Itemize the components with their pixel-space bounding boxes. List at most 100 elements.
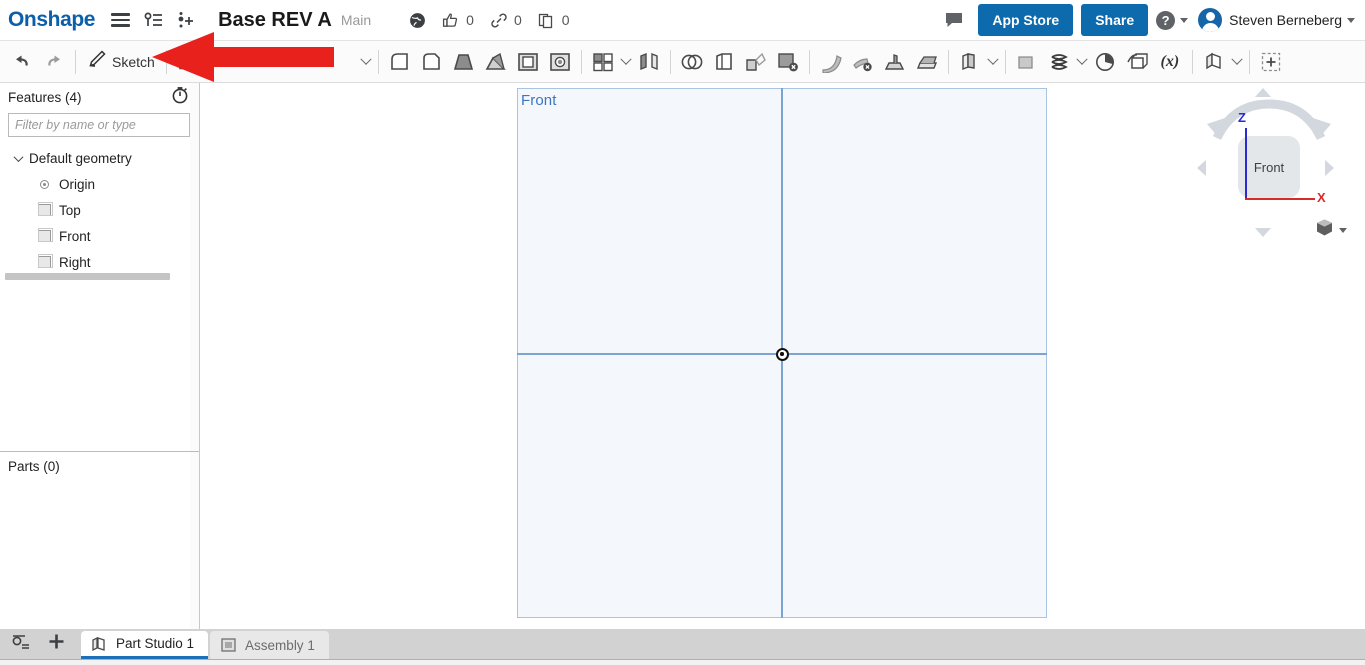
part-studio-icon	[91, 636, 109, 652]
likes-counter[interactable]: 0	[442, 12, 474, 29]
pattern-icon[interactable]	[587, 46, 619, 78]
sketch-plane-icon[interactable]	[172, 46, 204, 78]
undo-arrow-icon[interactable]	[6, 46, 38, 78]
boolean-icon[interactable]	[676, 46, 708, 78]
shell-icon[interactable]	[708, 46, 740, 78]
top-bar: Onshape Base REV A Main 0 0 0 App Store …	[0, 0, 1365, 41]
mirror-icon[interactable]	[633, 46, 665, 78]
thicken-icon[interactable]	[512, 46, 544, 78]
tree-item-label: Origin	[59, 176, 96, 192]
sweep-icon[interactable]	[448, 46, 480, 78]
origin-point-icon	[36, 176, 52, 192]
axis-x-label: X	[1317, 190, 1326, 205]
parts-header: Parts (0)	[0, 452, 199, 480]
help-icon: ?	[1156, 10, 1176, 30]
delete-face-icon[interactable]	[772, 46, 804, 78]
hole-icon[interactable]	[544, 46, 576, 78]
toolbar-divider	[1191, 49, 1193, 74]
tab-bar-controls	[0, 629, 81, 659]
tab-search-icon[interactable]	[12, 634, 30, 655]
add-custom-feature-icon[interactable]	[1255, 46, 1287, 78]
onshape-logo[interactable]: Onshape	[8, 8, 95, 32]
toolbar-divider	[377, 49, 379, 74]
features-title: Features (4)	[8, 89, 82, 105]
document-stats: 0 0 0	[391, 12, 570, 29]
user-name-label: Steven Berneberg	[1229, 12, 1342, 28]
tree-item-origin[interactable]: Origin	[0, 171, 199, 197]
tree-item-front[interactable]: Front	[0, 223, 199, 249]
links-counter[interactable]: 0	[490, 12, 522, 29]
tab-part-studio-1[interactable]: Part Studio 1	[81, 631, 209, 659]
transform-icon[interactable]	[1121, 46, 1153, 78]
fillet-icon[interactable]	[815, 46, 847, 78]
hamburger-menu-icon[interactable]	[111, 13, 131, 27]
toolbar-divider	[1248, 49, 1250, 74]
view-nav-up-icon[interactable]	[1255, 88, 1271, 97]
revolve-icon[interactable]	[416, 46, 448, 78]
chevron-down-icon[interactable]	[986, 46, 1000, 78]
plane-icon[interactable]	[1011, 46, 1043, 78]
help-menu[interactable]: ?	[1156, 10, 1189, 30]
chamfer-icon[interactable]	[847, 46, 879, 78]
sketch-button[interactable]: Sketch	[81, 49, 161, 74]
parts-title: Parts (0)	[8, 458, 60, 474]
workspace-name[interactable]: Main	[341, 12, 371, 28]
add-tab-icon[interactable]	[48, 633, 65, 655]
version-graph-icon[interactable]	[144, 11, 164, 29]
tab-label: Part Studio 1	[116, 636, 195, 651]
app-store-button[interactable]: App Store	[978, 4, 1074, 36]
view-nav-left-icon[interactable]	[1197, 160, 1206, 176]
sheet-metal-icon[interactable]	[954, 46, 986, 78]
tab-assembly-1[interactable]: Assembly 1	[210, 631, 329, 659]
branch-add-icon[interactable]	[176, 11, 196, 29]
origin-point-marker[interactable]	[776, 348, 789, 361]
tree-item-label: Right	[59, 254, 91, 270]
toolbar-divider	[947, 49, 949, 74]
view-cube-face-label: Front	[1253, 159, 1285, 175]
display-mode-menu[interactable]	[1315, 218, 1347, 242]
tree-group-default-geometry[interactable]: Default geometry	[0, 145, 199, 171]
search-input[interactable]	[8, 113, 190, 137]
redo-arrow-icon[interactable]	[38, 46, 70, 78]
graphics-viewport[interactable]: Front Front Z X	[200, 83, 1365, 629]
chevron-down-icon[interactable]	[359, 46, 373, 78]
tree-item-right[interactable]: Right	[0, 249, 199, 275]
chevron-down-icon	[1347, 17, 1355, 23]
vertical-scrollbar[interactable]	[190, 83, 199, 629]
sketch-pencil-icon	[87, 49, 107, 74]
copies-counter[interactable]: 0	[538, 12, 570, 29]
document-title[interactable]: Base REV A	[218, 9, 332, 32]
curve-icon[interactable]	[1089, 46, 1121, 78]
view-nav-right-icon[interactable]	[1325, 160, 1334, 176]
variable-icon[interactable]: (x)	[1153, 46, 1187, 78]
tree-item-top[interactable]: Top	[0, 197, 199, 223]
loft-icon[interactable]	[480, 46, 512, 78]
user-menu[interactable]: Steven Berneberg	[1198, 8, 1355, 32]
helix-icon[interactable]	[1043, 46, 1075, 78]
tree-item-label: Top	[59, 202, 81, 218]
derived-part-icon[interactable]	[1198, 46, 1230, 78]
copies-count: 0	[561, 12, 570, 28]
extrude-icon[interactable]	[384, 46, 416, 78]
view-nav-down-icon[interactable]	[1255, 228, 1271, 237]
chevron-down-icon[interactable]	[1230, 46, 1244, 78]
chevron-down-icon[interactable]	[619, 46, 633, 78]
share-button[interactable]: Share	[1081, 4, 1149, 36]
left-panel: Features (4) Default geometry Origin	[0, 83, 200, 629]
assembly-icon	[220, 637, 238, 653]
view-cube-face[interactable]: Front	[1238, 136, 1300, 198]
draft-icon[interactable]	[740, 46, 772, 78]
globe-icon[interactable]	[409, 12, 426, 29]
chevron-down-icon	[1180, 17, 1189, 23]
chevron-down-icon[interactable]	[12, 152, 24, 164]
split-icon[interactable]	[911, 46, 943, 78]
comment-bubble-icon[interactable]	[944, 11, 964, 29]
feature-tree: Default geometry Origin Top Front Right	[0, 145, 199, 275]
tree-item-label: Front	[59, 228, 91, 244]
horizontal-scrollbar[interactable]	[5, 273, 170, 280]
status-bar	[0, 659, 1365, 665]
rollback-timer-icon[interactable]	[171, 86, 189, 109]
toolbar-divider	[165, 49, 167, 74]
chevron-down-icon[interactable]	[1075, 46, 1089, 78]
rib-icon[interactable]	[879, 46, 911, 78]
